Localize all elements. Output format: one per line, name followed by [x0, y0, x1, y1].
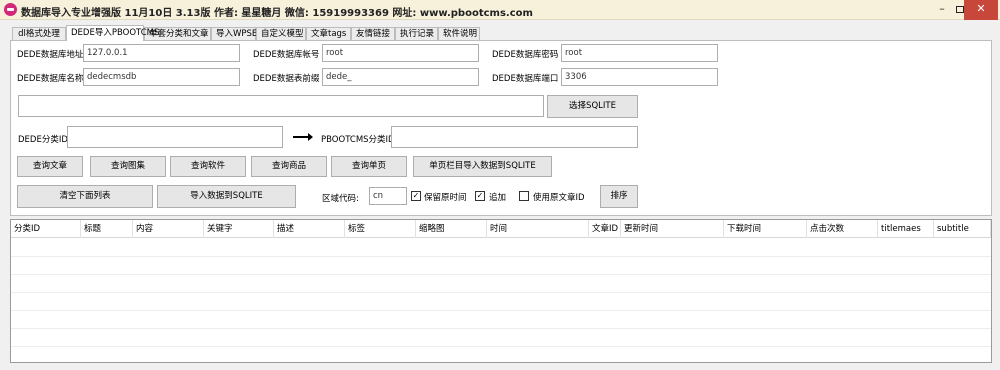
results-table[interactable]: 分类ID 标题 内容 关键字 描述 标签 缩略图 时间 文章ID 更新时间 下载…	[10, 219, 992, 363]
dede-db-label: DEDE数据库名称	[17, 74, 84, 84]
tab-exec-log[interactable]: 执行记录	[395, 27, 438, 40]
column-time[interactable]: 时间	[487, 220, 589, 238]
close-button[interactable]: ✕	[964, 0, 998, 20]
column-description[interactable]: 描述	[274, 220, 345, 238]
dede-pass-input[interactable]: root	[561, 44, 718, 62]
pboot-category-input[interactable]	[391, 126, 638, 148]
query-article-button[interactable]: 查询文章	[17, 156, 83, 177]
dede-pass-label: DEDE数据库密码	[492, 50, 559, 60]
column-titlemaes[interactable]: titlemaes	[878, 220, 934, 238]
select-sqlite-button[interactable]: 选择SQLITE	[547, 95, 638, 118]
use-original-id-label: 使用原文章ID	[533, 193, 585, 203]
sort-button[interactable]: 排序	[600, 185, 638, 208]
pboot-category-label: PBOOTCMS分类ID:	[321, 135, 398, 145]
dede-port-label: DEDE数据库端口	[492, 74, 559, 84]
query-product-button[interactable]: 查询商品	[251, 156, 327, 177]
query-album-button[interactable]: 查询图集	[90, 156, 166, 177]
tab-custom-model[interactable]: 自定义模型	[256, 27, 306, 40]
row-divider	[11, 346, 991, 347]
dede-user-label: DEDE数据库帐号	[253, 50, 320, 60]
import-sqlite-button[interactable]: 导入数据到SQLITE	[157, 185, 296, 208]
column-category-id[interactable]: 分类ID	[11, 220, 81, 238]
dede-host-label: DEDE数据库地址	[17, 50, 84, 60]
column-article-id[interactable]: 文章ID	[589, 220, 621, 238]
arrow-right-icon	[293, 133, 313, 141]
dede-category-input[interactable]	[67, 126, 283, 148]
append-label: 追加	[489, 193, 507, 203]
dede-category-label: DEDE分类ID:	[18, 135, 71, 145]
column-clicks[interactable]: 点击次数	[807, 220, 878, 238]
tab-article-tags[interactable]: 文章tags	[306, 27, 351, 40]
dede-prefix-label: DEDE数据表前缀	[253, 74, 320, 84]
tab-import-wpsel[interactable]: 导入WPSEL	[211, 27, 262, 40]
row-divider	[11, 310, 991, 311]
row-divider	[11, 292, 991, 293]
table-header: 分类ID 标题 内容 关键字 描述 标签 缩略图 时间 文章ID 更新时间 下载…	[11, 220, 991, 238]
query-software-button[interactable]: 查询软件	[170, 156, 246, 177]
column-thumbnail[interactable]: 缩略图	[416, 220, 487, 238]
row-divider	[11, 274, 991, 275]
column-download-time[interactable]: 下载时间	[724, 220, 807, 238]
column-tags[interactable]: 标签	[345, 220, 416, 238]
lang-code-label: 区域代码:	[322, 194, 359, 204]
column-keywords[interactable]: 关键字	[204, 220, 274, 238]
sqlite-path-input[interactable]	[18, 95, 544, 117]
window-title: 数据库导入专业增强版 11月10日 3.13版 作者: 星星糖月 微信: 159…	[21, 8, 533, 19]
app-icon	[4, 3, 17, 16]
append-checkbox[interactable]: ✓	[475, 191, 485, 201]
row-divider	[11, 328, 991, 329]
row-divider	[11, 256, 991, 257]
column-subtitle[interactable]: subtitle	[934, 220, 991, 238]
use-original-id-checkbox[interactable]	[519, 191, 529, 201]
single-page-import-button[interactable]: 单页栏目导入数据到SQLITE	[413, 156, 552, 177]
dede-port-input[interactable]: 3306	[561, 68, 718, 86]
tab-about[interactable]: 软件说明	[438, 27, 480, 40]
tab-dl-format[interactable]: dl格式处理	[12, 27, 66, 40]
title-bar: 数据库导入专业增强版 11月10日 3.13版 作者: 星星糖月 微信: 159…	[0, 0, 1000, 20]
dede-prefix-input[interactable]: dede_	[322, 68, 479, 86]
keep-time-checkbox[interactable]: ✓	[411, 191, 421, 201]
query-single-button[interactable]: 查询单页	[331, 156, 407, 177]
clear-list-button[interactable]: 清空下面列表	[17, 185, 153, 208]
maximize-icon	[956, 6, 964, 13]
lang-code-input[interactable]: cn	[369, 187, 407, 205]
keep-time-label: 保留原时间	[424, 193, 467, 203]
dede-db-input[interactable]: dedecmsdb	[83, 68, 240, 86]
column-title[interactable]: 标题	[81, 220, 133, 238]
tab-dede-import[interactable]: DEDE导入PBOOTCMS	[66, 25, 159, 41]
column-update-time[interactable]: 更新时间	[621, 220, 724, 238]
dede-host-input[interactable]: 127.0.0.1	[83, 44, 240, 62]
tab-friend-links[interactable]: 友情链接	[351, 27, 395, 40]
dede-user-input[interactable]: root	[322, 44, 479, 62]
column-content[interactable]: 内容	[133, 220, 204, 238]
